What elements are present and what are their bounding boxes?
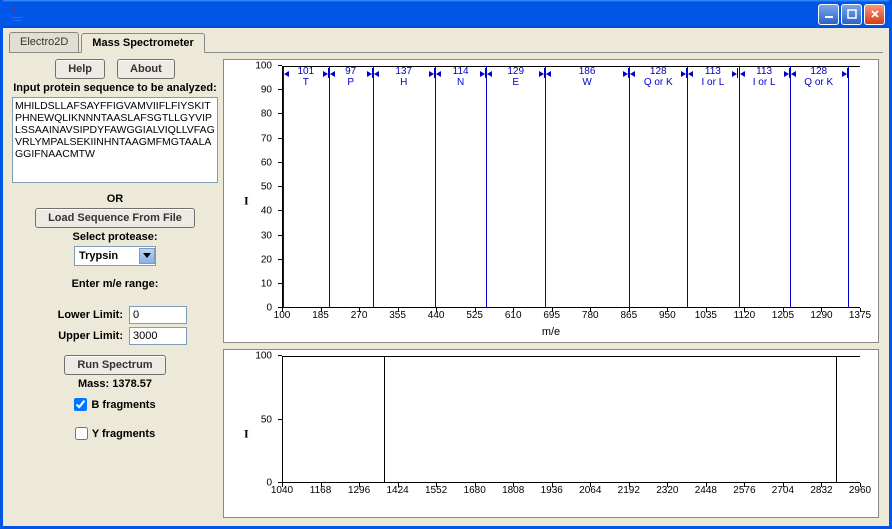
maximize-button[interactable]: [841, 4, 862, 25]
run-spectrum-button[interactable]: Run Spectrum: [64, 355, 165, 375]
or-label: OR: [107, 193, 124, 205]
load-sequence-button[interactable]: Load Sequence From File: [35, 208, 195, 228]
select-protease-label: Select protease:: [73, 231, 158, 243]
input-sequence-label: Input protein sequence to be analyzed:: [13, 82, 217, 94]
tab-electro2d[interactable]: Electro2D: [9, 32, 79, 52]
upper-limit-label: Upper Limit:: [43, 330, 123, 342]
x-axis-label: m/e: [542, 326, 560, 338]
close-button[interactable]: [864, 4, 885, 25]
protease-value: Trypsin: [79, 250, 137, 262]
plots-panel: I 0102030405060708090100 101T97P137H114N…: [221, 57, 883, 520]
dropdown-icon[interactable]: [139, 248, 155, 264]
left-panel: Help About Input protein sequence to be …: [9, 57, 221, 520]
mass-output-label: Mass: 1378.57: [78, 378, 152, 390]
java-icon: [9, 6, 25, 22]
upper-limit-input[interactable]: [129, 327, 187, 345]
full-spectrum-plot: I 050100 1040116812961424155216801808193…: [223, 349, 879, 518]
protease-select[interactable]: Trypsin: [74, 246, 156, 266]
b-fragments-label: B fragments: [91, 399, 155, 411]
enter-me-label: Enter m/e range:: [72, 278, 159, 290]
y-fragments-label: Y fragments: [92, 428, 155, 440]
sequence-input[interactable]: MHILDSLLAFSAYFFIGVAMVIIFLFIYSKITPHNEWQLI…: [12, 97, 218, 183]
help-button[interactable]: Help: [55, 59, 105, 79]
tabs: Electro2D Mass Spectrometer: [3, 28, 889, 52]
fragment-spectrum-plot: I 0102030405060708090100 101T97P137H114N…: [223, 59, 879, 343]
b-fragments-checkbox[interactable]: [74, 398, 87, 411]
y-fragments-checkbox[interactable]: [75, 427, 88, 440]
about-button[interactable]: About: [117, 59, 175, 79]
lower-limit-input[interactable]: [129, 306, 187, 324]
lower-limit-label: Lower Limit:: [43, 309, 123, 321]
titlebar: [3, 0, 889, 28]
tab-mass-spectrometer[interactable]: Mass Spectrometer: [81, 33, 205, 53]
minimize-button[interactable]: [818, 4, 839, 25]
